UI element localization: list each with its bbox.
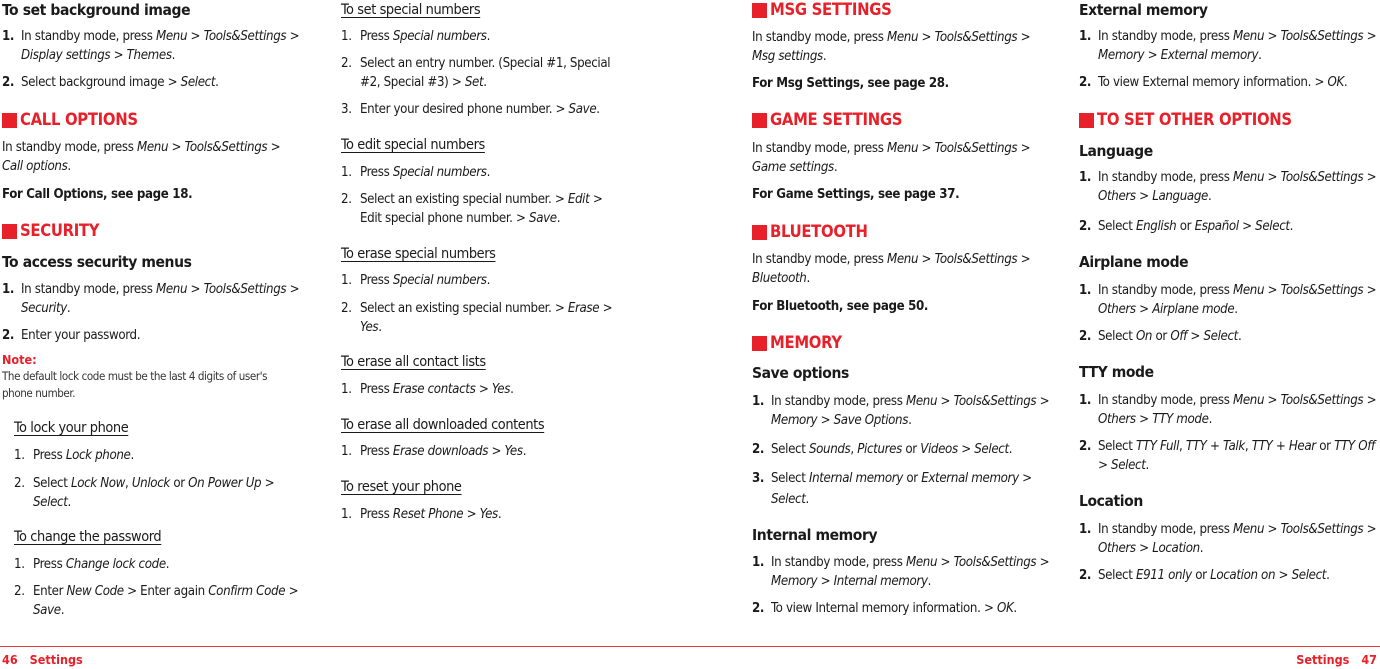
security-section-heading: SECURITY: [2, 221, 100, 241]
call-options-text: In standby mode, press Menu > Tools&Sett…: [2, 140, 281, 174]
section-bullet-icon: [1079, 112, 1094, 128]
msg-settings-section-heading: MSG SETTINGS: [752, 0, 892, 20]
footer-left: 46 Settings: [2, 652, 83, 667]
internal-memory-step-2: 2. To view Internal memory information. …: [752, 601, 1017, 616]
set-special-numbers-heading: To set special numbers: [341, 2, 481, 18]
footer-divider: [0, 646, 1380, 647]
background-image-step-2: 2. Select background image > Select.: [2, 75, 219, 90]
internal-memory-heading: Internal memory: [752, 526, 878, 544]
reset-phone-heading: To reset your phone: [341, 479, 462, 495]
chapter-title-left: Settings: [29, 652, 83, 667]
background-image-step-1: 1. In standby mode, press Menu > Tools&S…: [2, 29, 300, 63]
section-bullet-icon: [752, 335, 767, 351]
other-options-section-heading: TO SET OTHER OPTIONS: [1079, 110, 1292, 130]
chapter-title-right: Settings: [1296, 652, 1350, 667]
lock-phone-heading: To lock your phone: [14, 420, 129, 436]
change-password-step-2: 2. Enter New Code > Enter again Confirm …: [14, 584, 299, 618]
change-password-heading: To change the password: [14, 529, 162, 545]
erase-contacts-step-1: 1. Press Erase contacts > Yes.: [341, 382, 514, 397]
lock-phone-step-1: 1. Press Lock phone.: [14, 448, 134, 463]
save-options-heading: Save options: [752, 364, 849, 382]
reset-phone-step-1: 1. Press Reset Phone > Yes.: [341, 507, 502, 522]
section-bullet-icon: [752, 224, 767, 240]
access-security-step-2: 2. Enter your password.: [2, 328, 141, 343]
note-text: The default lock code must be the last 4…: [2, 369, 268, 400]
external-memory-step-1: 1. In standby mode, press Menu > Tools&S…: [1079, 29, 1377, 63]
footer-right: Settings 47: [1296, 652, 1377, 667]
save-options-step-3: 3. Select Internal memory or External me…: [752, 471, 1032, 507]
change-password-step-1: 1. Press Change lock code.: [14, 557, 170, 572]
tty-mode-heading: TTY mode: [1079, 363, 1154, 381]
set-special-numbers-step-3: 3. Enter your desired phone number. > Sa…: [341, 102, 600, 117]
note-label: Note:: [2, 352, 37, 367]
edit-special-numbers-step-1: 1. Press Special numbers.: [341, 165, 491, 180]
external-memory-step-2: 2. To view External memory information. …: [1079, 75, 1348, 90]
save-options-step-2: 2. Select Sounds, Pictures or Videos > S…: [752, 442, 1013, 457]
location-step-2: 2. Select E911 only or Location on > Sel…: [1079, 568, 1330, 583]
edit-special-numbers-heading: To edit special numbers: [341, 137, 485, 153]
erase-downloads-heading: To erase all downloaded contents: [341, 417, 545, 433]
edit-special-numbers-step-2: 2. Select an existing special number. > …: [341, 192, 603, 226]
erase-downloads-step-1: 1. Press Erase downloads > Yes.: [341, 444, 527, 459]
memory-section-heading: MEMORY: [752, 333, 842, 353]
msg-settings-page-reference: For Msg Settings, see page 28.: [752, 76, 949, 91]
airplane-mode-step-2: 2. Select On or Off > Select.: [1079, 329, 1242, 344]
tty-mode-step-1: 1. In standby mode, press Menu > Tools&S…: [1079, 393, 1377, 427]
section-bullet-icon: [2, 112, 17, 128]
game-settings-page-reference: For Game Settings, see page 37.: [752, 187, 960, 202]
erase-special-numbers-step-1: 1. Press Special numbers.: [341, 273, 491, 288]
section-bullet-icon: [752, 112, 767, 128]
bluetooth-text: In standby mode, press Menu > Tools&Sett…: [752, 252, 1031, 286]
location-step-1: 1. In standby mode, press Menu > Tools&S…: [1079, 522, 1377, 556]
lock-phone-step-2: 2. Select Lock Now, Unlock or On Power U…: [14, 476, 275, 510]
language-step-1: 1. In standby mode, press Menu > Tools&S…: [1079, 170, 1377, 204]
location-heading: Location: [1079, 492, 1143, 510]
save-options-step-1: 1. In standby mode, press Menu > Tools&S…: [752, 394, 1050, 428]
set-special-numbers-step-1: 1. Press Special numbers.: [341, 29, 491, 44]
language-step-2: 2. Select English or Español > Select.: [1079, 219, 1294, 234]
game-settings-section-heading: GAME SETTINGS: [752, 110, 902, 130]
internal-memory-step-1: 1. In standby mode, press Menu > Tools&S…: [752, 555, 1050, 589]
bluetooth-page-reference: For Bluetooth, see page 50.: [752, 299, 929, 314]
erase-special-numbers-heading: To erase special numbers: [341, 246, 496, 262]
page-number-left: 46: [2, 652, 18, 667]
section-bullet-icon: [2, 223, 17, 239]
airplane-mode-heading: Airplane mode: [1079, 253, 1189, 271]
set-special-numbers-step-2: 2. Select an entry number. (Special #1, …: [341, 56, 611, 90]
bluetooth-section-heading: BLUETOOTH: [752, 222, 868, 242]
erase-contacts-heading: To erase all contact lists: [341, 354, 486, 370]
msg-settings-text: In standby mode, press Menu > Tools&Sett…: [752, 30, 1031, 64]
game-settings-text: In standby mode, press Menu > Tools&Sett…: [752, 141, 1031, 175]
language-heading: Language: [1079, 142, 1153, 160]
external-memory-heading: External memory: [1079, 1, 1208, 19]
section-bullet-icon: [752, 2, 767, 18]
call-options-section-heading: CALL OPTIONS: [2, 110, 138, 130]
page-number-right: 47: [1361, 652, 1377, 667]
call-options-page-reference: For Call Options, see page 18.: [2, 187, 193, 202]
erase-special-numbers-step-2: 2. Select an existing special number. > …: [341, 301, 613, 335]
access-security-heading: To access security menus: [2, 253, 192, 271]
airplane-mode-step-1: 1. In standby mode, press Menu > Tools&S…: [1079, 283, 1377, 317]
tty-mode-step-2: 2. Select TTY Full, TTY + Talk, TTY + He…: [1079, 439, 1375, 473]
background-image-heading: To set background image: [2, 1, 191, 19]
access-security-step-1: 1. In standby mode, press Menu > Tools&S…: [2, 282, 300, 316]
